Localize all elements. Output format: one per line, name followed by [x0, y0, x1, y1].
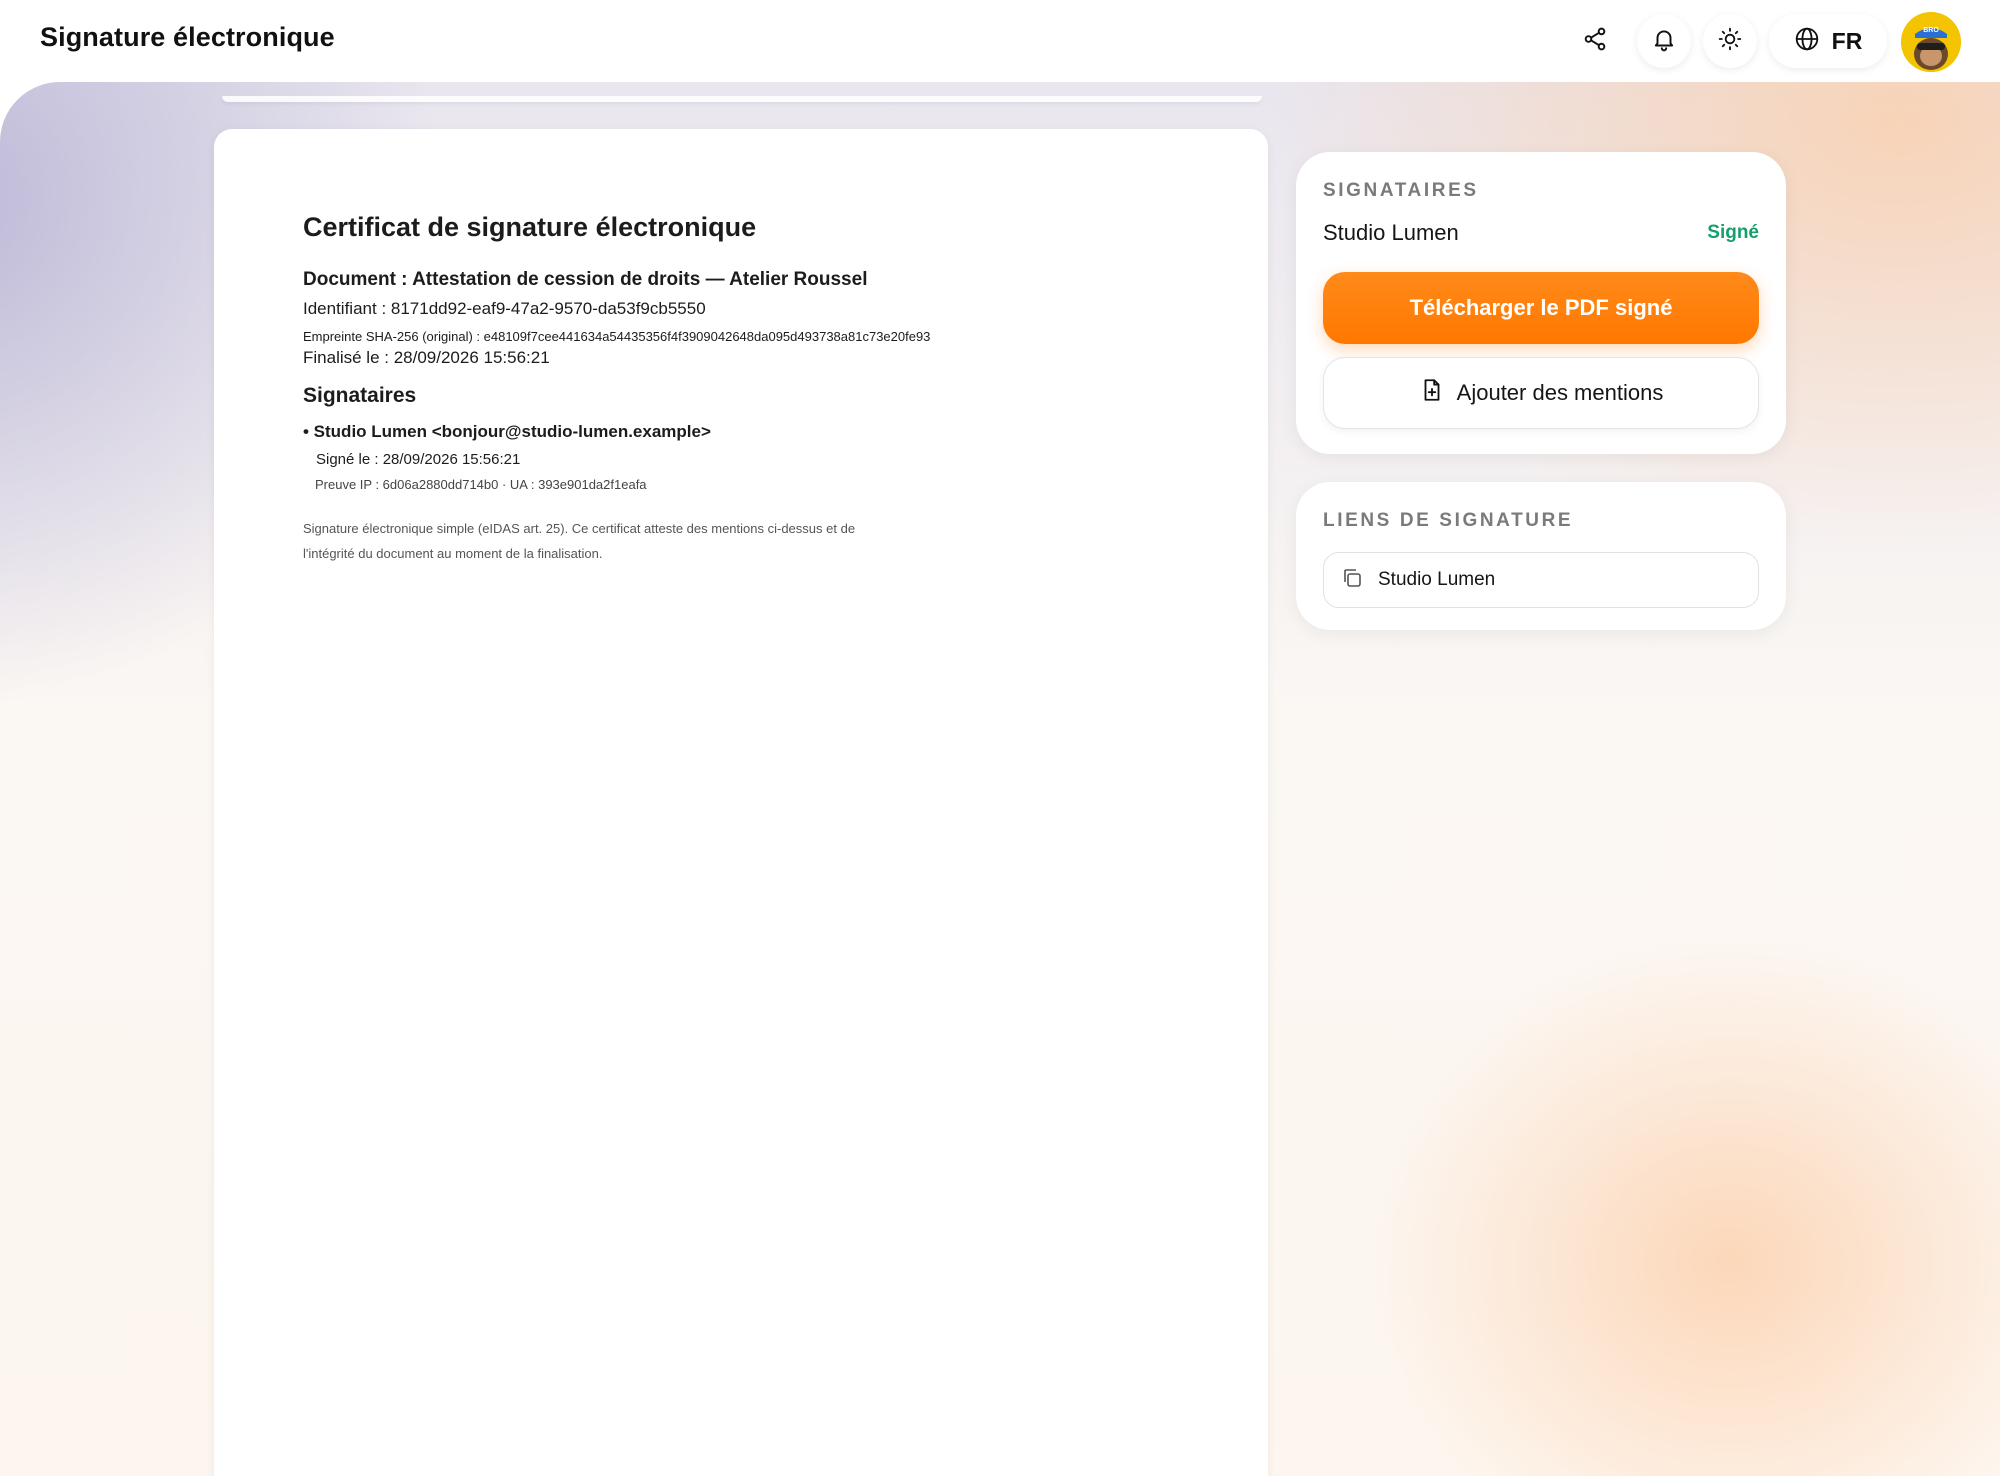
add-mentions-label: Ajouter des mentions: [1456, 380, 1664, 405]
signer-status-badge: Signé: [1707, 222, 1759, 243]
finalized-line: Finalisé le : 28/09/2026 15:56:21: [303, 348, 550, 367]
signature-link-label: Studio Lumen: [1378, 569, 1496, 590]
language-selector[interactable]: FR: [1769, 14, 1887, 68]
certificate-title: Certificat de signature électronique: [303, 212, 757, 242]
signer-name: Studio Lumen: [1323, 220, 1459, 245]
notifications-button[interactable]: [1637, 14, 1691, 68]
page-title: Signature électronique: [40, 22, 335, 52]
signer-row: Studio Lumen Signé: [1323, 220, 1759, 246]
theme-toggle-button[interactable]: [1703, 14, 1757, 68]
download-button-label: Télécharger le PDF signé: [1409, 295, 1673, 320]
links-card-heading: LIENS DE SIGNATURE: [1323, 510, 1574, 531]
signature-links-card: LIENS DE SIGNATURE Studio Lumen: [1296, 482, 1786, 630]
copy-icon[interactable]: [1340, 566, 1364, 595]
download-signed-pdf-button[interactable]: Télécharger le PDF signé: [1323, 272, 1759, 344]
share-icon: [1582, 26, 1608, 57]
top-bar: Signature électronique FR BRO: [0, 0, 2000, 82]
signers-section-heading: Signataires: [303, 384, 417, 407]
signer-entry: • Studio Lumen <bonjour@studio-lumen.exa…: [303, 422, 711, 441]
certificate-footnote: Signature électronique simple (eIDAS art…: [303, 521, 856, 561]
signature-link-item[interactable]: Studio Lumen: [1323, 552, 1759, 608]
bell-icon: [1651, 26, 1677, 57]
signer-proof: Preuve IP : 6d06a2880dd714b0 · UA : 393e…: [315, 477, 647, 492]
sun-icon: [1717, 26, 1743, 57]
add-mentions-button[interactable]: Ajouter des mentions: [1323, 357, 1759, 429]
globe-icon: [1794, 26, 1820, 57]
share-button[interactable]: [1568, 14, 1622, 68]
signers-card-heading: SIGNATAIRES: [1323, 180, 1479, 201]
file-plus-icon: [1419, 377, 1445, 409]
previous-page-edge: [222, 96, 1262, 102]
avatar-text: BRO: [1923, 27, 1939, 34]
fingerprint-line: Empreinte SHA-256 (original) : e48109f7c…: [303, 329, 931, 344]
signer-signed-at: Signé le : 28/09/2026 15:56:21: [316, 451, 521, 468]
identifier-line: Identifiant : 8171dd92-eaf9-47a2-9570-da…: [303, 299, 706, 318]
signers-card: SIGNATAIRES Studio Lumen Signé Télécharg…: [1296, 152, 1786, 454]
language-label: FR: [1831, 27, 1863, 54]
certificate-content: Certificat de signature électronique Doc…: [303, 212, 1203, 566]
main-area: Certificat de signature électronique Doc…: [0, 82, 2000, 1476]
document-preview[interactable]: Certificat de signature électronique Doc…: [214, 129, 1268, 1476]
document-name-line: Document : Attestation de cession de dro…: [303, 269, 868, 290]
avatar[interactable]: BRO: [1901, 12, 1961, 72]
